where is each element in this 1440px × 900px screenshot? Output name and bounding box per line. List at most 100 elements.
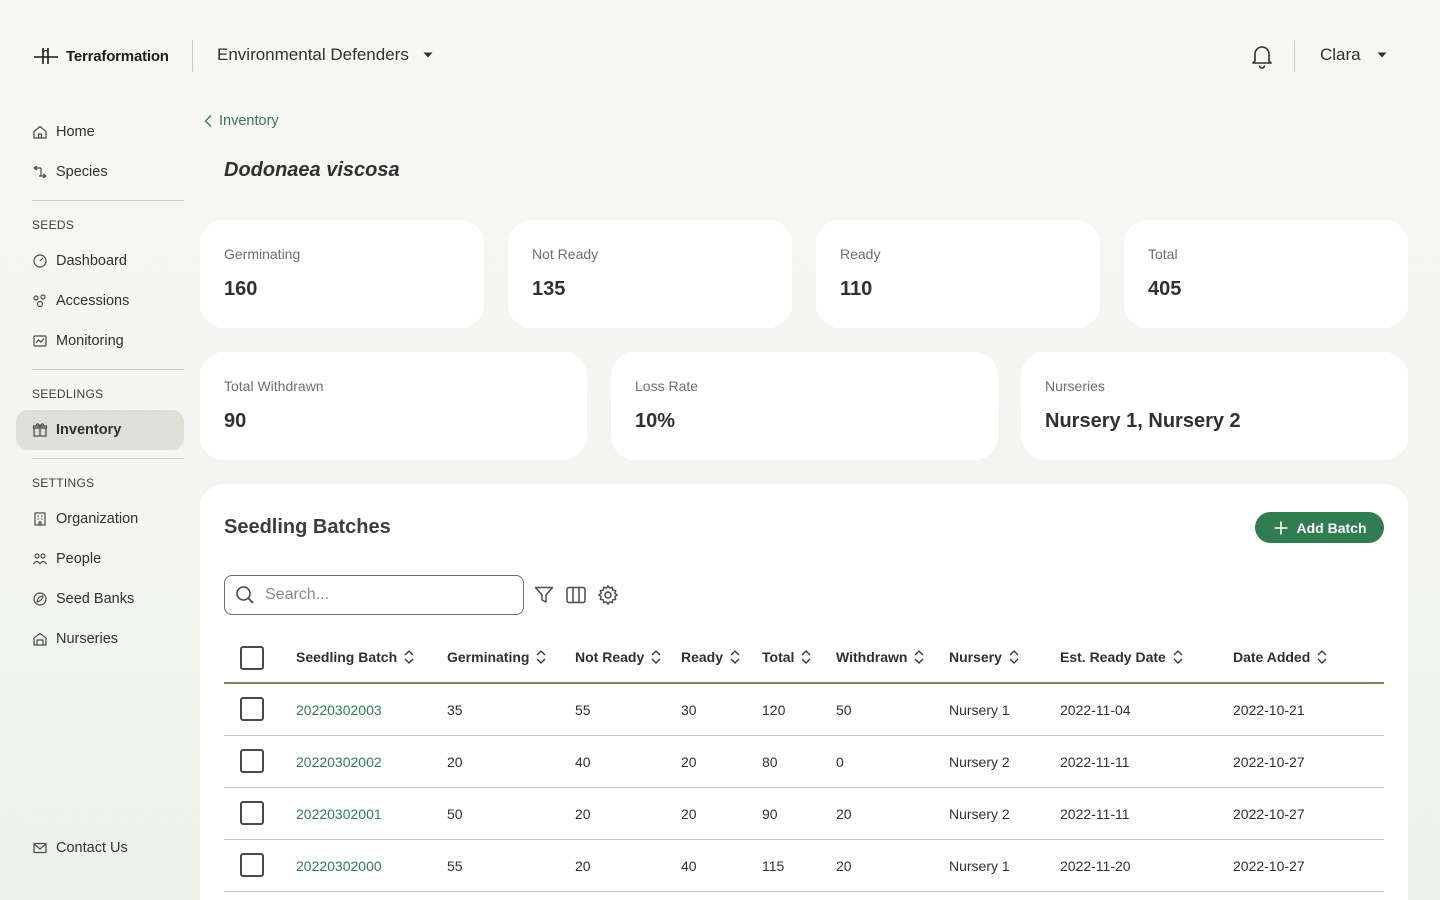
column-header-label: Seedling Batch <box>296 649 398 665</box>
sidebar-item-people[interactable]: People <box>16 539 184 579</box>
cell-est-ready-date: 2022-11-11 <box>1060 754 1130 770</box>
stat-label: Germinating <box>224 246 301 262</box>
sort-icon <box>801 650 811 664</box>
column-header-label: Withdrawn <box>836 649 908 665</box>
column-header-date-added[interactable]: Date Added <box>1233 649 1328 665</box>
stat-card-total: Total 405 <box>1124 220 1408 328</box>
search-input[interactable] <box>265 586 505 604</box>
stat-label: Not Ready <box>532 246 599 262</box>
sidebar: Home Species SEEDS Dashboard Accessions … <box>16 110 184 900</box>
page-title: Dodonaea viscosa <box>224 159 400 181</box>
column-header-nursery[interactable]: Nursery <box>949 649 1020 665</box>
column-header-label: Not Ready <box>575 649 645 665</box>
panel-title: Seedling Batches <box>224 516 391 538</box>
notifications-bell-icon[interactable] <box>1249 43 1275 69</box>
column-header-germinating[interactable]: Germinating <box>447 649 547 665</box>
select-all-checkbox[interactable] <box>240 646 264 670</box>
cell-not-ready: 40 <box>575 754 591 770</box>
sidebar-item-label: Contact Us <box>56 840 128 856</box>
table-row[interactable]: 20220302003 35 55 30 120 50 Nursery 1 20… <box>224 684 1384 736</box>
sidebar-item-label: Home <box>56 124 95 140</box>
stat-label: Loss Rate <box>635 378 699 394</box>
column-header-ready[interactable]: Ready <box>681 649 741 665</box>
chevron-left-icon <box>204 115 212 127</box>
column-header-label: Nursery <box>949 649 1002 665</box>
table-row[interactable]: 20220302001 50 20 20 90 20 Nursery 2 202… <box>224 788 1384 840</box>
sidebar-item-organization[interactable]: Organization <box>16 499 184 539</box>
sidebar-item-monitoring[interactable]: Monitoring <box>16 321 184 361</box>
add-batch-button[interactable]: Add Batch <box>1255 512 1384 543</box>
sidebar-item-home[interactable]: Home <box>16 112 184 152</box>
stat-card-nurseries: Nurseries Nursery 1, Nursery 2 <box>1021 352 1408 460</box>
column-header-withdrawn[interactable]: Withdrawn <box>836 649 925 665</box>
sort-icon <box>730 650 740 664</box>
stat-value: 135 <box>532 278 566 300</box>
sidebar-item-dashboard[interactable]: Dashboard <box>16 241 184 281</box>
settings-gear-icon[interactable] <box>597 584 619 606</box>
user-menu[interactable]: Clara <box>1320 45 1389 65</box>
seedling-batch-link[interactable]: 20220302003 <box>296 702 382 718</box>
row-checkbox[interactable] <box>240 697 264 721</box>
stat-card-loss-rate: Loss Rate 10% <box>611 352 998 460</box>
row-checkbox[interactable] <box>240 749 264 773</box>
cell-germinating: 55 <box>447 858 463 874</box>
row-checkbox[interactable] <box>240 801 264 825</box>
sort-icon <box>537 650 546 664</box>
stat-card-total-withdrawn: Total Withdrawn 90 <box>200 352 587 460</box>
cell-germinating: 35 <box>447 702 463 718</box>
column-header-label: Germinating <box>447 649 530 665</box>
section-title-seedlings: SEEDLINGS <box>32 387 104 401</box>
seedling-batch-link[interactable]: 20220302002 <box>296 754 382 770</box>
search-field[interactable] <box>224 575 524 615</box>
column-header-not-ready[interactable]: Not Ready <box>575 649 662 665</box>
cell-date-added: 2022-10-27 <box>1233 754 1305 770</box>
mail-icon <box>33 842 47 854</box>
sidebar-item-accessions[interactable]: Accessions <box>16 281 184 321</box>
stat-value: Nursery 1, Nursery 2 <box>1045 410 1241 432</box>
cell-withdrawn: 20 <box>836 806 852 822</box>
cell-germinating: 50 <box>447 806 463 822</box>
cell-nursery: Nursery 2 <box>949 754 1010 770</box>
sidebar-item-label: Dashboard <box>56 253 127 269</box>
columns-icon[interactable] <box>565 584 587 606</box>
table-row[interactable]: 20220302002 20 40 20 80 0 Nursery 2 2022… <box>224 736 1384 788</box>
sort-icon <box>914 650 924 664</box>
stat-card-not-ready: Not Ready 135 <box>508 220 792 328</box>
stat-value: 90 <box>224 410 247 432</box>
nav-divider <box>32 200 184 201</box>
sidebar-item-contact-us[interactable]: Contact Us <box>16 828 184 868</box>
breadcrumb[interactable]: Inventory <box>203 113 279 129</box>
cell-est-ready-date: 2022-11-20 <box>1060 858 1131 874</box>
dashboard-icon <box>33 254 47 268</box>
accessions-icon <box>33 294 46 308</box>
table-row[interactable]: 20220302000 55 20 40 115 20 Nursery 1 20… <box>224 840 1384 892</box>
row-checkbox[interactable] <box>240 853 264 877</box>
column-header-seedling-batch[interactable]: Seedling Batch <box>296 649 415 665</box>
plus-icon <box>1274 521 1287 534</box>
sidebar-item-seed-banks[interactable]: Seed Banks <box>16 579 184 619</box>
organization-select[interactable]: Environmental Defenders <box>217 45 435 65</box>
organization-name: Environmental Defenders <box>217 45 409 64</box>
seedling-batch-link[interactable]: 20220302000 <box>296 858 382 874</box>
sidebar-item-label: People <box>56 551 102 567</box>
sidebar-item-inventory[interactable]: Inventory <box>16 410 184 450</box>
seed-banks-icon <box>33 592 47 606</box>
column-header-est-ready-date[interactable]: Est. Ready Date <box>1060 649 1184 665</box>
sidebar-item-label: Species <box>56 164 108 180</box>
stat-value: 405 <box>1148 278 1182 300</box>
brand-logo[interactable]: Terraformation <box>32 44 169 68</box>
seedling-batch-link[interactable]: 20220302001 <box>296 806 382 822</box>
cell-withdrawn: 50 <box>836 702 852 718</box>
column-header-label: Ready <box>681 649 724 665</box>
cell-nursery: Nursery 2 <box>949 806 1010 822</box>
sidebar-item-species[interactable]: Species <box>16 152 184 192</box>
sort-icon <box>404 650 414 664</box>
filter-icon[interactable] <box>533 584 555 606</box>
cell-est-ready-date: 2022-11-04 <box>1060 702 1131 718</box>
cell-ready: 20 <box>681 754 697 770</box>
sidebar-item-nurseries[interactable]: Nurseries <box>16 619 184 659</box>
sort-icon <box>1317 650 1327 664</box>
stat-label: Ready <box>840 246 881 262</box>
cell-ready: 40 <box>681 858 697 874</box>
column-header-total[interactable]: Total <box>762 649 812 665</box>
